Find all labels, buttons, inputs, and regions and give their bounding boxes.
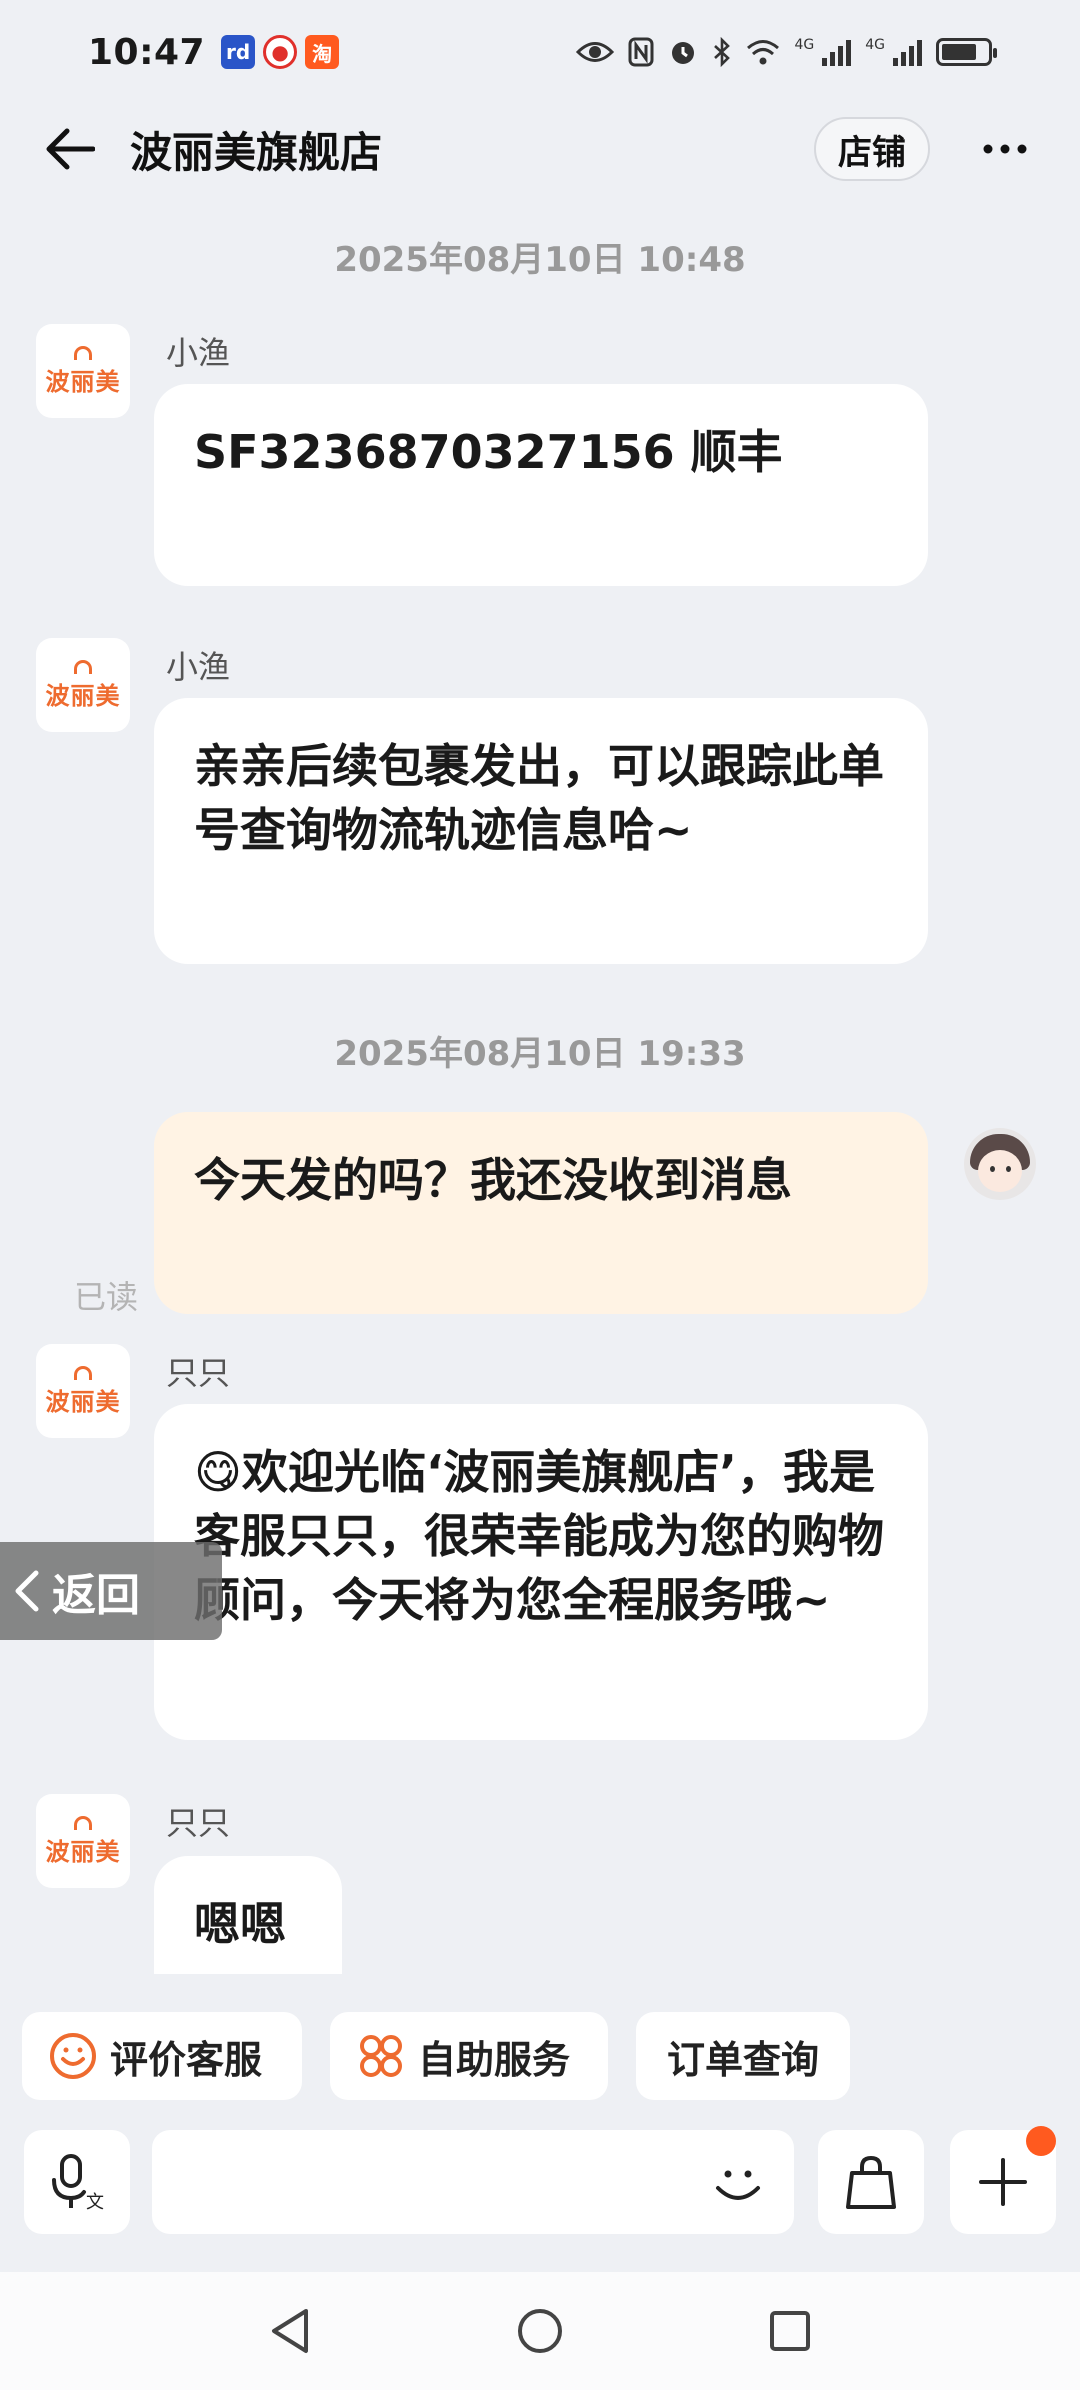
more-dots-icon bbox=[983, 144, 1027, 154]
house-logo-icon bbox=[74, 1815, 92, 1830]
shop-avatar[interactable]: 波丽美 bbox=[36, 324, 130, 418]
emoji-icon[interactable] bbox=[704, 2148, 772, 2216]
grid-icon bbox=[360, 2035, 402, 2077]
notification-badge bbox=[1026, 2126, 1056, 2156]
status-bar: 10:47 rd ● 淘 4G 4G bbox=[0, 0, 1080, 104]
bluetooth-icon bbox=[714, 37, 731, 67]
message-timestamp: 2025年08月10日 19:33 bbox=[334, 1034, 746, 1074]
network-tag: 4G bbox=[865, 37, 885, 53]
weibo-icon: ● bbox=[263, 35, 298, 69]
message-bubble[interactable]: 亲亲后续包裹发出，可以跟踪此单号查询物流轨迹信息哈~ bbox=[154, 698, 928, 964]
triangle-back-icon bbox=[272, 2309, 308, 2353]
store-button[interactable]: 店铺 bbox=[814, 117, 930, 181]
alarm-icon bbox=[672, 42, 695, 64]
circle-home-icon bbox=[518, 2309, 562, 2353]
nav-home-button[interactable] bbox=[510, 2301, 570, 2361]
system-icons: 4G 4G bbox=[576, 37, 997, 67]
wifi-icon bbox=[747, 40, 780, 65]
notification-icons: rd ● 淘 bbox=[221, 35, 340, 69]
shop-avatar[interactable]: 波丽美 bbox=[36, 1794, 130, 1888]
floating-back-button[interactable]: 返回 bbox=[0, 1542, 222, 1640]
house-logo-icon bbox=[74, 345, 92, 360]
self-service-button[interactable]: 自助服务 bbox=[330, 2012, 608, 2100]
shop-avatar[interactable]: 波丽美 bbox=[36, 638, 130, 732]
more-menu-button[interactable] bbox=[970, 119, 1040, 179]
eye-icon bbox=[576, 42, 615, 62]
svg-text:文: 文 bbox=[86, 2192, 104, 2212]
product-bag-button[interactable] bbox=[818, 2130, 924, 2234]
status-time: 10:47 bbox=[88, 31, 206, 73]
battery-icon bbox=[936, 38, 997, 66]
my-message-bubble[interactable]: 今天发的吗？我还没收到消息 bbox=[154, 1112, 928, 1314]
smile-icon bbox=[50, 2033, 96, 2079]
message-bubble[interactable]: 😋欢迎光临‘波丽美旗舰店’，我是客服只只，很荣幸能成为您的购物顾问，今天将为您全… bbox=[154, 1404, 928, 1740]
house-logo-icon bbox=[74, 659, 92, 674]
voice-input-button[interactable]: 文 bbox=[24, 2130, 130, 2234]
signal-icon bbox=[893, 38, 922, 66]
user-avatar[interactable] bbox=[964, 1128, 1036, 1200]
system-nav-bar bbox=[0, 2272, 1080, 2390]
nfc-icon bbox=[628, 37, 654, 67]
plus-icon bbox=[979, 2158, 1027, 2206]
taobao-icon: 淘 bbox=[305, 35, 340, 69]
sender-name: 小渔 bbox=[166, 334, 231, 372]
nav-recents-button[interactable] bbox=[760, 2301, 820, 2361]
floating-back-label: 返回 bbox=[52, 1570, 140, 1621]
chat-header: 波丽美旗舰店 店铺 bbox=[0, 104, 1080, 194]
signal-icon bbox=[822, 38, 852, 66]
message-input[interactable] bbox=[152, 2130, 794, 2234]
app-notif-icon: rd bbox=[221, 35, 256, 69]
message-bubble[interactable]: 嗯嗯 bbox=[154, 1856, 342, 1974]
message-bubble[interactable]: SF3236870327156 顺丰 bbox=[154, 384, 928, 586]
rate-service-button[interactable]: 评价客服 bbox=[22, 2012, 302, 2100]
chevron-left-icon bbox=[15, 1570, 39, 1612]
sender-name: 只只 bbox=[166, 1804, 231, 1842]
microphone-icon: 文 bbox=[52, 2154, 104, 2212]
shopping-bag-icon bbox=[846, 2155, 896, 2209]
sender-name: 小渔 bbox=[166, 648, 231, 686]
square-recents-icon bbox=[770, 2311, 810, 2351]
back-button[interactable] bbox=[40, 119, 100, 179]
quick-actions: 评价客服 自助服务 订单查询 bbox=[22, 2012, 850, 2100]
arrow-left-icon bbox=[46, 128, 95, 170]
house-logo-icon bbox=[74, 1365, 92, 1380]
nav-back-button[interactable] bbox=[260, 2301, 320, 2361]
sender-name: 只只 bbox=[166, 1354, 231, 1392]
more-actions-button[interactable] bbox=[950, 2126, 1056, 2234]
network-tag: 4G bbox=[794, 37, 815, 53]
shop-avatar[interactable]: 波丽美 bbox=[36, 1344, 130, 1438]
read-status: 已读 bbox=[74, 1278, 139, 1316]
order-query-button[interactable]: 订单查询 bbox=[636, 2012, 850, 2100]
input-bar: 文 bbox=[24, 2126, 1056, 2234]
page-title: 波丽美旗舰店 bbox=[130, 127, 383, 177]
message-timestamp: 2025年08月10日 10:48 bbox=[334, 240, 746, 280]
